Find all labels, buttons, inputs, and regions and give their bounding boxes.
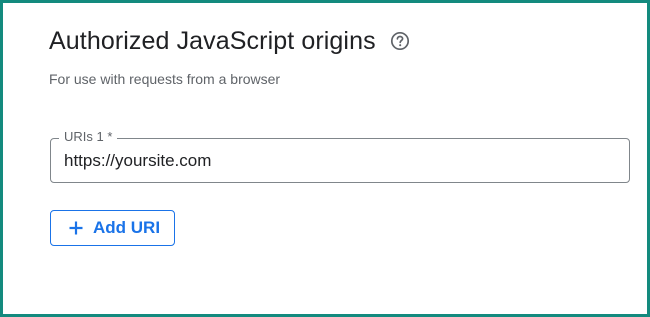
plus-icon: [68, 220, 84, 236]
section-title: Authorized JavaScript origins: [49, 27, 376, 55]
card-frame: Authorized JavaScript origins For use wi…: [0, 0, 650, 317]
add-uri-button[interactable]: Add URI: [50, 210, 175, 246]
help-icon[interactable]: [390, 31, 410, 51]
uri-field: URIs 1 *: [50, 129, 630, 183]
uri-field-label: URIs 1 *: [59, 129, 118, 145]
section-header: Authorized JavaScript origins: [49, 25, 410, 57]
section-subtitle: For use with requests from a browser: [49, 71, 281, 87]
uri-input[interactable]: [64, 148, 614, 174]
add-uri-label: Add URI: [93, 218, 161, 237]
